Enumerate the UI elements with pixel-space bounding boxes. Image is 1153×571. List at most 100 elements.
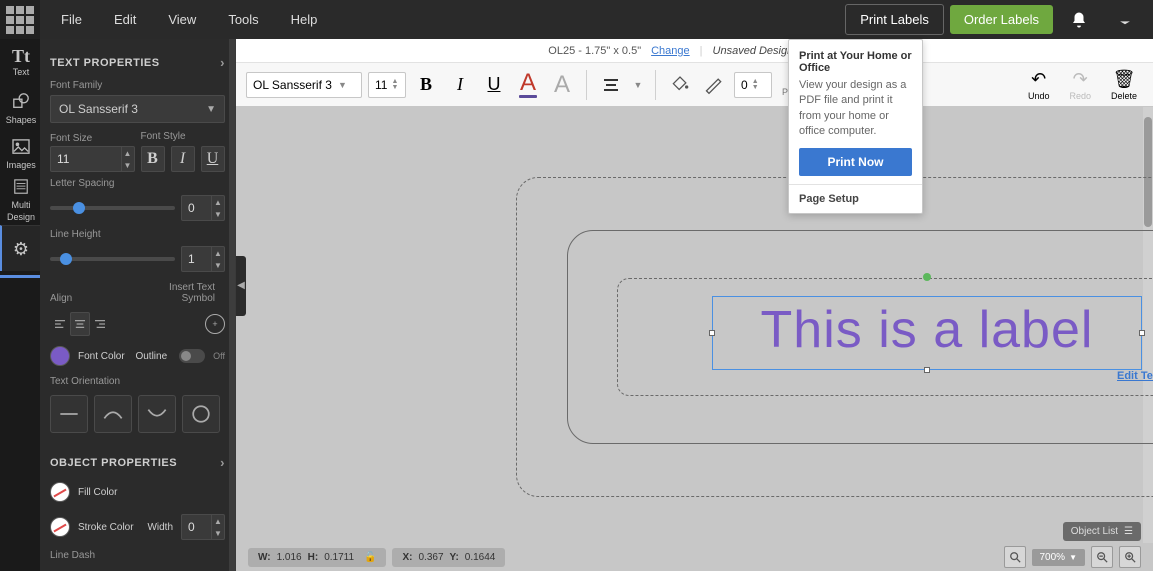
rail-multidesign[interactable]: MultiDesign <box>0 177 40 223</box>
font-family-label: Font Family <box>40 76 235 93</box>
stroke-color-swatch[interactable] <box>50 517 70 537</box>
topbar: File Edit View Tools Help Print Labels O… <box>0 0 1153 39</box>
multidesign-icon <box>12 179 30 198</box>
undo-button[interactable]: ↶Undo <box>1022 69 1056 101</box>
resize-handle-left[interactable] <box>709 330 715 336</box>
side-panel: TEXT PROPERTIES› Font Family OL Sansseri… <box>40 39 236 571</box>
tb-align[interactable] <box>597 71 625 99</box>
gear-icon: ⚙ <box>13 240 29 258</box>
main-menu: File Edit View Tools Help <box>45 0 333 39</box>
resize-handle-bottom[interactable] <box>924 367 930 373</box>
canvas[interactable]: This is a label Edit Text <box>236 107 1153 555</box>
text-properties-header[interactable]: TEXT PROPERTIES› <box>40 39 235 76</box>
italic-button[interactable]: I <box>171 146 195 172</box>
tb-bold[interactable]: B <box>412 71 440 99</box>
rail-text[interactable]: TtText <box>0 39 40 85</box>
object-list-button[interactable]: Object List☰ <box>1063 522 1141 541</box>
trash-icon: 🗑 <box>1113 69 1136 90</box>
chevron-right-icon: › <box>220 55 225 70</box>
tb-stroke[interactable] <box>700 71 728 99</box>
document-header: OL25 - 1.75" x 0.5" Change | Unsaved Des… <box>236 39 1153 63</box>
stroke-width-input[interactable]: ▲▼ <box>181 514 225 540</box>
page-setup-link[interactable]: Page Setup <box>789 184 922 213</box>
tb-textcolor-alt[interactable]: A <box>548 71 576 99</box>
orientation-straight[interactable] <box>50 395 88 433</box>
change-product-link[interactable]: Change <box>651 45 690 57</box>
step-down-icon[interactable]: ▼ <box>122 159 134 171</box>
rail-images[interactable]: Images <box>0 131 40 177</box>
line-height-input[interactable]: ▲▼ <box>181 246 225 272</box>
expand-more-icon[interactable] <box>1105 0 1145 39</box>
menu-view[interactable]: View <box>152 0 212 39</box>
letter-spacing-slider[interactable] <box>50 206 175 210</box>
insert-symbol-button[interactable]: + <box>205 314 225 334</box>
status-size: W:1.016 H:0.1711 🔓 <box>248 548 386 567</box>
edit-text-link[interactable]: Edit Text <box>1117 370 1153 499</box>
rail-settings[interactable]: ⚙ <box>0 225 40 271</box>
print-now-button[interactable]: Print Now <box>799 148 912 176</box>
undo-icon: ↶ <box>1031 69 1046 90</box>
tb-font-select[interactable]: OL Sansserif 3▼ <box>246 72 362 98</box>
redo-icon: ↷ <box>1073 69 1088 90</box>
align-center-button[interactable] <box>70 312 90 336</box>
design-name: Unsaved Design* <box>713 45 798 57</box>
fill-color-swatch[interactable] <box>50 482 70 502</box>
text-object-selected[interactable]: This is a label <box>712 296 1142 370</box>
tb-underline[interactable]: U <box>480 71 508 99</box>
font-color-swatch[interactable] <box>50 346 70 366</box>
line-height-slider[interactable] <box>50 257 175 261</box>
menu-tools[interactable]: Tools <box>212 0 274 39</box>
font-family-select[interactable]: OL Sansserif 3▼ <box>50 95 225 123</box>
lock-aspect-icon[interactable]: 🔓 <box>364 552 376 563</box>
panel-scrollbar[interactable] <box>229 39 235 571</box>
align-left-button[interactable] <box>50 312 70 336</box>
letter-spacing-input[interactable]: ▲▼ <box>181 195 225 221</box>
canvas-text: This is a label <box>713 297 1141 363</box>
step-up-icon[interactable]: ▲ <box>122 147 134 159</box>
order-labels-button[interactable]: Order Labels <box>950 5 1053 34</box>
label-bleed: This is a label Edit Text <box>516 177 1153 497</box>
menu-file[interactable]: File <box>45 0 98 39</box>
collapse-panel-handle[interactable]: ◀ <box>236 256 246 316</box>
orientation-circle[interactable] <box>182 395 220 433</box>
delete-button[interactable]: 🗑Delete <box>1105 69 1143 101</box>
rail-shapes[interactable]: Shapes <box>0 85 40 131</box>
font-size-input[interactable]: ▲▼ <box>50 146 135 172</box>
print-popover: Print at Your Home or Office View your d… <box>788 39 923 214</box>
menu-edit[interactable]: Edit <box>98 0 152 39</box>
notifications-icon[interactable] <box>1059 0 1099 39</box>
outline-toggle[interactable] <box>179 349 205 363</box>
menu-help[interactable]: Help <box>275 0 334 39</box>
orientation-arc-down[interactable] <box>138 395 176 433</box>
resize-handle-right[interactable] <box>1139 330 1145 336</box>
tb-size-select[interactable]: 11▲▼ <box>368 72 406 98</box>
tb-align-more[interactable]: ▼ <box>631 71 645 99</box>
tb-textcolor[interactable]: A <box>514 71 542 99</box>
zoom-out-button[interactable] <box>1091 546 1113 568</box>
zoom-fit-button[interactable] <box>1004 546 1026 568</box>
zoom-in-button[interactable] <box>1119 546 1141 568</box>
tool-rail: TtText Shapes Images MultiDesign ⚙ <box>0 39 40 571</box>
rail-text-label: Text <box>13 67 30 77</box>
orientation-arc-up[interactable] <box>94 395 132 433</box>
rotate-handle[interactable] <box>923 273 931 281</box>
shapes-icon <box>12 92 30 113</box>
app-logo[interactable] <box>0 0 40 39</box>
tb-italic[interactable]: I <box>446 71 474 99</box>
product-code: OL25 - 1.75" x 0.5" <box>548 45 641 57</box>
tb-rotation[interactable]: 0▲▼ <box>734 72 772 98</box>
zoom-select[interactable]: 700%▼ <box>1032 549 1086 566</box>
status-pos: X:0.367 Y:0.1644 <box>392 548 505 567</box>
tb-fill[interactable] <box>666 71 694 99</box>
popover-body: View your design as a PDF file and print… <box>789 78 922 148</box>
underline-button[interactable]: U <box>201 146 225 172</box>
redo-button[interactable]: ↷Redo <box>1063 69 1097 101</box>
print-labels-button[interactable]: Print Labels <box>845 4 944 35</box>
image-icon <box>12 139 30 158</box>
layers-icon: ☰ <box>1124 526 1133 537</box>
chevron-right-icon: › <box>220 455 225 470</box>
bold-button[interactable]: B <box>141 146 165 172</box>
popover-title: Print at Your Home or Office <box>789 40 922 78</box>
object-properties-header[interactable]: OBJECT PROPERTIES› <box>40 439 235 476</box>
align-right-button[interactable] <box>90 312 110 336</box>
